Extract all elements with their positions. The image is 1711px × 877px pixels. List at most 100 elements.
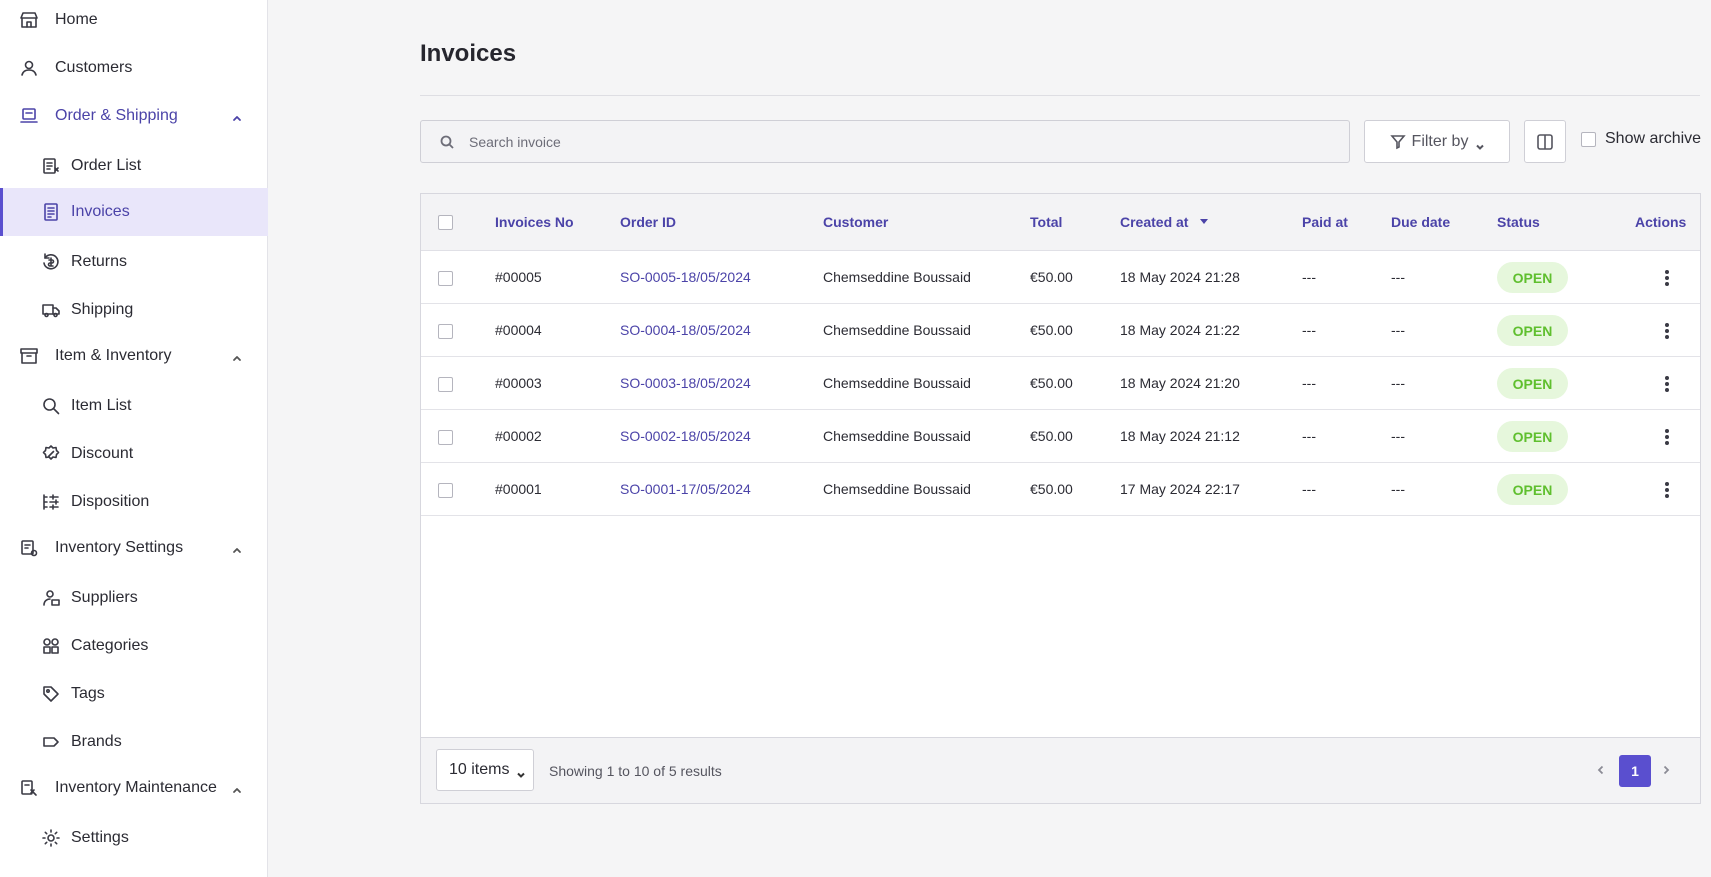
- row-checkbox[interactable]: [438, 377, 453, 392]
- sidebar-item-categories[interactable]: Categories: [0, 624, 268, 668]
- sidebar-item-label: Discount: [71, 445, 134, 462]
- more-actions-icon[interactable]: [1657, 427, 1677, 447]
- sidebar-item-item-list[interactable]: Item List: [0, 384, 268, 428]
- invoice-total: €50.00: [1030, 481, 1073, 497]
- inventory-settings-icon: [18, 537, 40, 559]
- sidebar-item-order-list[interactable]: Order List: [0, 144, 268, 188]
- columns-toggle-button[interactable]: [1524, 120, 1566, 163]
- sidebar-item-order-shipping[interactable]: Order & Shipping: [0, 94, 268, 138]
- status-badge: OPEN: [1497, 474, 1568, 505]
- maintenance-icon: [18, 777, 40, 799]
- status-badge: OPEN: [1497, 421, 1568, 452]
- table-row[interactable]: #00002 SO-0002-18/05/2024 Chemseddine Bo…: [421, 410, 1700, 463]
- table-row[interactable]: #00003 SO-0003-18/05/2024 Chemseddine Bo…: [421, 357, 1700, 410]
- invoice-icon: [40, 201, 62, 223]
- store-icon: [18, 9, 40, 31]
- sidebar-item-disposition[interactable]: Disposition: [0, 480, 268, 524]
- truck-icon: [40, 299, 62, 321]
- sidebar-item-label: Settings: [71, 829, 129, 846]
- status-badge: OPEN: [1497, 262, 1568, 293]
- sidebar-item-inventory-maintenance[interactable]: Inventory Maintenance: [0, 766, 268, 810]
- column-header-due-date[interactable]: Due date: [1391, 214, 1450, 230]
- cart-icon: [18, 105, 40, 127]
- chevron-left-icon[interactable]: [1591, 760, 1611, 780]
- column-header-paid-at[interactable]: Paid at: [1302, 214, 1348, 230]
- sidebar-item-label: Customers: [55, 59, 133, 76]
- sort-desc-icon[interactable]: [1200, 218, 1209, 224]
- column-header-customer[interactable]: Customer: [823, 214, 888, 230]
- column-header-invoice-no[interactable]: Invoices No: [495, 214, 574, 230]
- invoice-total: €50.00: [1030, 322, 1073, 338]
- invoice-no: #00003: [495, 375, 542, 391]
- sidebar-item-suppliers[interactable]: Suppliers: [0, 576, 268, 620]
- show-archive-toggle[interactable]: Show archive: [1581, 130, 1701, 148]
- chevron-up-icon[interactable]: [232, 350, 242, 361]
- invoice-no: #00002: [495, 428, 542, 444]
- sidebar-item-tags[interactable]: Tags: [0, 672, 268, 716]
- sidebar-item-invoices[interactable]: Invoices: [0, 188, 268, 236]
- invoice-no: #00005: [495, 269, 542, 285]
- sidebar-item-customers[interactable]: Customers: [0, 46, 268, 90]
- customer-name: Chemseddine Boussaid: [823, 269, 971, 285]
- column-header-created-at[interactable]: Created at: [1120, 214, 1209, 230]
- sidebar-item-home[interactable]: Home: [0, 0, 268, 42]
- more-actions-icon[interactable]: [1657, 321, 1677, 341]
- more-actions-icon[interactable]: [1657, 374, 1677, 394]
- sidebar-item-label: Inventory Settings: [55, 539, 184, 556]
- order-id-link[interactable]: SO-0002-18/05/2024: [620, 428, 751, 444]
- order-id-link[interactable]: SO-0001-17/05/2024: [620, 481, 751, 497]
- sidebar-item-shipping[interactable]: Shipping: [0, 288, 268, 332]
- filter-label: Filter by: [1411, 132, 1469, 150]
- table-row[interactable]: #00001 SO-0001-17/05/2024 Chemseddine Bo…: [421, 463, 1700, 516]
- sidebar-item-returns[interactable]: Returns: [0, 240, 268, 284]
- chevron-right-icon[interactable]: [1656, 760, 1676, 780]
- sidebar-item-brands[interactable]: Brands: [0, 720, 268, 764]
- table-row[interactable]: #00005 SO-0005-18/05/2024 Chemseddine Bo…: [421, 251, 1700, 304]
- order-id-link[interactable]: SO-0004-18/05/2024: [620, 322, 751, 338]
- divider: [420, 95, 1700, 96]
- created-at: 18 May 2024 21:12: [1120, 428, 1240, 444]
- order-id-link[interactable]: SO-0005-18/05/2024: [620, 269, 751, 285]
- created-at: 18 May 2024 21:28: [1120, 269, 1240, 285]
- page-button[interactable]: 1: [1619, 755, 1651, 787]
- row-checkbox[interactable]: [438, 324, 453, 339]
- chevron-up-icon[interactable]: [232, 110, 242, 121]
- column-header-total[interactable]: Total: [1030, 214, 1062, 230]
- page-title: Invoices: [420, 40, 517, 67]
- more-actions-icon[interactable]: [1657, 480, 1677, 500]
- column-header-order-id[interactable]: Order ID: [620, 214, 676, 230]
- disposition-icon: [40, 491, 62, 513]
- filter-icon: [1389, 134, 1406, 149]
- invoice-total: €50.00: [1030, 375, 1073, 391]
- search-icon: [439, 134, 455, 150]
- sidebar-item-discount[interactable]: Discount: [0, 432, 268, 476]
- chevron-up-icon[interactable]: [232, 542, 242, 553]
- paid-at: ---: [1302, 428, 1316, 444]
- sidebar-item-label: Suppliers: [71, 589, 138, 606]
- chevron-up-icon[interactable]: [232, 782, 242, 793]
- sidebar-item-label: Tags: [71, 685, 105, 702]
- select-all-checkbox[interactable]: [438, 215, 453, 230]
- invoice-no: #00004: [495, 322, 542, 338]
- status-badge: OPEN: [1497, 368, 1568, 399]
- order-id-link[interactable]: SO-0003-18/05/2024: [620, 375, 751, 391]
- row-checkbox[interactable]: [438, 483, 453, 498]
- gear-icon: [40, 827, 62, 849]
- show-archive-checkbox[interactable]: [1581, 131, 1596, 147]
- column-header-status[interactable]: Status: [1497, 214, 1540, 230]
- sidebar-item-label: Inventory Maintenance: [55, 779, 217, 796]
- sidebar-item-inventory-settings[interactable]: Inventory Settings: [0, 526, 268, 570]
- sidebar-item-settings[interactable]: Settings: [0, 816, 268, 860]
- more-actions-icon[interactable]: [1657, 268, 1677, 288]
- search-input[interactable]: [469, 133, 1329, 150]
- sidebar-item-item-inventory[interactable]: Item & Inventory: [0, 334, 268, 378]
- customer-name: Chemseddine Boussaid: [823, 322, 971, 338]
- created-at: 18 May 2024 21:22: [1120, 322, 1240, 338]
- row-checkbox[interactable]: [438, 271, 453, 286]
- row-checkbox[interactable]: [438, 430, 453, 445]
- filter-button[interactable]: Filter by: [1364, 120, 1510, 163]
- customer-name: Chemseddine Boussaid: [823, 481, 971, 497]
- items-per-page-select[interactable]: 10 items: [436, 749, 534, 791]
- table-row[interactable]: #00004 SO-0004-18/05/2024 Chemseddine Bo…: [421, 304, 1700, 357]
- invoice-total: €50.00: [1030, 269, 1073, 285]
